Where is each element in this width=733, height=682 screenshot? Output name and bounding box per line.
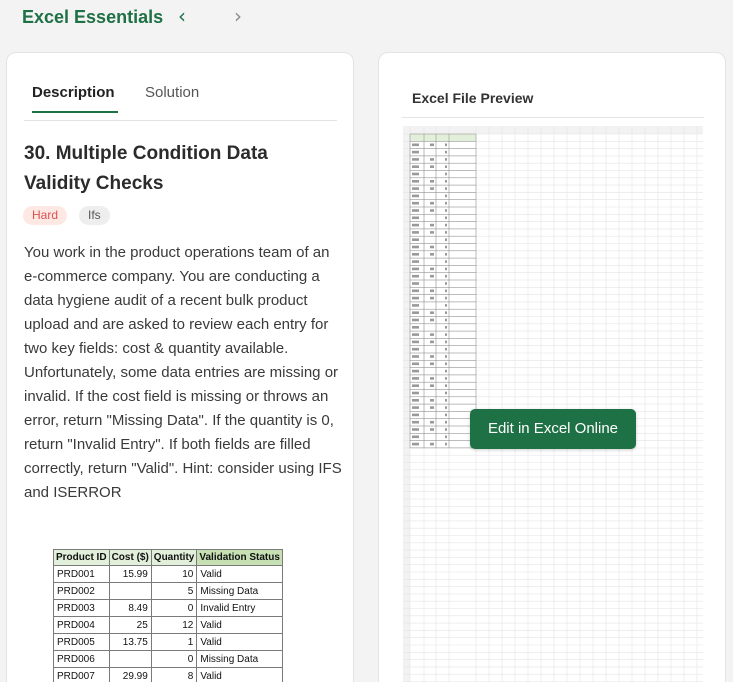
quantity-cell: 0 <box>150 650 198 668</box>
column-header-product-id: Product ID <box>53 549 110 566</box>
cost-cell <box>108 582 152 600</box>
question-title: 30. Multiple Condition Data Validity Che… <box>24 143 268 194</box>
quantity-cell: 5 <box>150 582 198 600</box>
column-header-validation-status: Validation Status <box>196 549 283 566</box>
validation-status-cell: Valid <box>196 667 283 682</box>
table-row: PRD003 8.49 0 Invalid Entry <box>53 599 283 617</box>
cost-cell: 8.49 <box>108 599 152 617</box>
column-header-cost: Cost ($) <box>108 549 152 566</box>
cost-cell <box>108 650 152 668</box>
validation-status-cell: Valid <box>196 565 283 583</box>
preview-title: Excel File Preview <box>412 90 534 106</box>
edit-in-excel-online-button[interactable]: Edit in Excel Online <box>470 409 636 449</box>
quantity-cell: 10 <box>150 565 198 583</box>
product-id-cell: PRD002 <box>53 582 110 600</box>
quantity-cell: 12 <box>150 616 198 634</box>
cost-cell: 25 <box>108 616 152 634</box>
spreadsheet-preview[interactable] <box>403 126 703 682</box>
tab-description[interactable]: Description <box>32 84 115 101</box>
validation-status-cell: Missing Data <box>196 650 283 668</box>
sample-data-table: Product ID Cost ($) Quantity Validation … <box>53 549 283 682</box>
product-id-cell: PRD004 <box>53 616 110 634</box>
cost-cell: 13.75 <box>108 633 152 651</box>
preview-panel: Excel File Preview Edit in Excel Online <box>378 52 726 682</box>
tab-solution[interactable]: Solution <box>145 84 199 101</box>
table-row: PRD006 0 Missing Data <box>53 650 283 668</box>
topic-tag[interactable]: Ifs <box>79 206 110 225</box>
table-row: PRD001 15.99 10 Valid <box>53 565 283 583</box>
cost-cell: 15.99 <box>108 565 152 583</box>
product-id-cell: PRD007 <box>53 667 110 682</box>
column-header-quantity: Quantity <box>150 549 198 566</box>
question-panel: Description Solution 30. Multiple Condit… <box>6 52 354 682</box>
product-id-cell: PRD005 <box>53 633 110 651</box>
chevron-right-icon[interactable]: › <box>228 5 248 27</box>
spreadsheet-thumbnail <box>403 126 703 682</box>
quantity-cell: 0 <box>150 599 198 617</box>
validation-status-cell: Valid <box>196 616 283 634</box>
validation-status-cell: Valid <box>196 633 283 651</box>
question-description: You work in the product operations team … <box>24 244 342 501</box>
cost-cell: 29.99 <box>108 667 152 682</box>
quantity-cell: 1 <box>150 633 198 651</box>
app-title: Excel Essentials <box>22 7 164 27</box>
quantity-cell: 8 <box>150 667 198 682</box>
table-row: PRD005 13.75 1 Valid <box>53 633 283 651</box>
divider <box>402 117 704 118</box>
table-row: PRD002 5 Missing Data <box>53 582 283 600</box>
chevron-left-icon[interactable]: ‹ <box>172 5 192 27</box>
product-id-cell: PRD003 <box>53 599 110 617</box>
active-tab-indicator <box>32 111 118 113</box>
validation-status-cell: Missing Data <box>196 582 283 600</box>
table-row: PRD004 25 12 Valid <box>53 616 283 634</box>
top-bar: Excel Essentials ‹ › <box>0 0 733 36</box>
validation-status-cell: Invalid Entry <box>196 599 283 617</box>
product-id-cell: PRD001 <box>53 565 110 583</box>
table-header-row: Product ID Cost ($) Quantity Validation … <box>53 549 283 566</box>
product-id-cell: PRD006 <box>53 650 110 668</box>
tab-bar: Description Solution <box>24 53 337 121</box>
difficulty-badge: Hard <box>23 206 68 225</box>
table-row: PRD007 29.99 8 Valid <box>53 667 283 682</box>
